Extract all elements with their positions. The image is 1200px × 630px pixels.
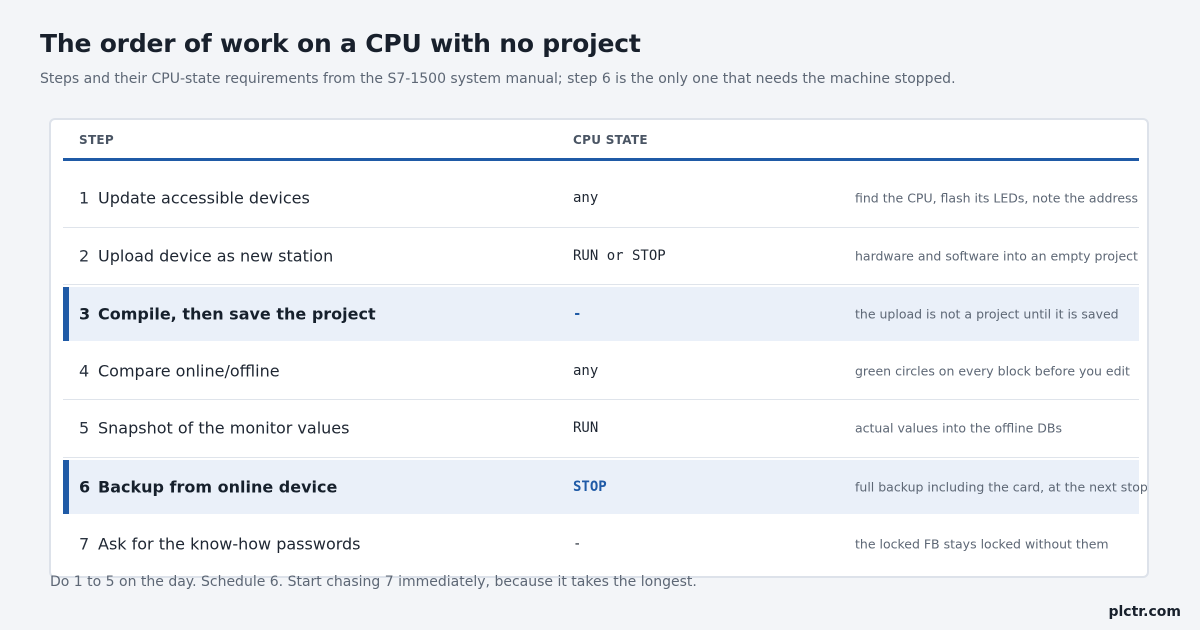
steps-table: STEP CPU STATE 1 Update accessible devic… [49,118,1149,578]
table-row: 4 Compare online/offline any green circl… [63,343,1139,400]
cpu-state-value: any [573,190,599,207]
page-title: The order of work on a CPU with no proje… [40,29,641,58]
step-note: actual values into the offline DBs [855,420,1063,436]
table-row: 5 Snapshot of the monitor values RUN act… [63,400,1139,458]
step-number: 6 [79,477,91,496]
table-row: 3 Compile, then save the project - the u… [63,287,1139,341]
step-label: Update accessible devices [98,188,310,208]
step-number: 5 [79,418,90,438]
step-note: find the CPU, flash its LEDs, note the a… [855,190,1139,206]
cpu-state-value: RUN [573,420,599,437]
step-label: Compile, then save the project [98,304,376,324]
column-header-cpu-state: CPU STATE [573,133,648,147]
step-label: Compare online/offline [98,361,280,381]
step-number: 2 [79,246,90,266]
table-row: 2 Upload device as new station RUN or ST… [63,228,1139,285]
step-number: 1 [79,188,90,208]
table-row: 6 Backup from online device STOP full ba… [63,459,1147,514]
step-note: the locked FB stays locked without them [855,536,1109,552]
step-label: Backup from online device [98,477,338,496]
step-label: Snapshot of the monitor values [98,418,350,438]
table-row: 7 Ask for the know-how passwords - the l… [63,515,1139,573]
step-note: the upload is not a project until it is … [855,306,1119,322]
step-note: green circles on every block before you … [855,363,1130,379]
cpu-state-value: - [573,306,582,322]
step-label: Ask for the know-how passwords [98,534,361,554]
brand-logo-text[interactable]: plctr.com [1108,604,1181,620]
step-number: 3 [79,304,91,324]
footer-note: Do 1 to 5 on the day. Schedule 6. Start … [50,574,697,590]
step-label: Upload device as new station [98,246,334,266]
page-subtitle: Steps and their CPU-state requirements f… [40,71,956,87]
cpu-state-value: STOP [573,478,607,495]
column-header-step: STEP [79,133,115,147]
step-note: full backup including the card, at the n… [855,479,1148,494]
step-note: hardware and software into an empty proj… [855,248,1138,264]
step-number: 4 [79,361,90,381]
table-row: 1 Update accessible devices any find the… [63,170,1139,228]
table-body: 1 Update accessible devices any find the… [63,170,1147,573]
cpu-state-value: RUN or STOP [573,247,666,264]
table-header: STEP CPU STATE [63,120,1139,161]
cpu-state-value: - [573,535,582,552]
cpu-state-value: any [573,362,599,379]
step-number: 7 [79,534,90,554]
